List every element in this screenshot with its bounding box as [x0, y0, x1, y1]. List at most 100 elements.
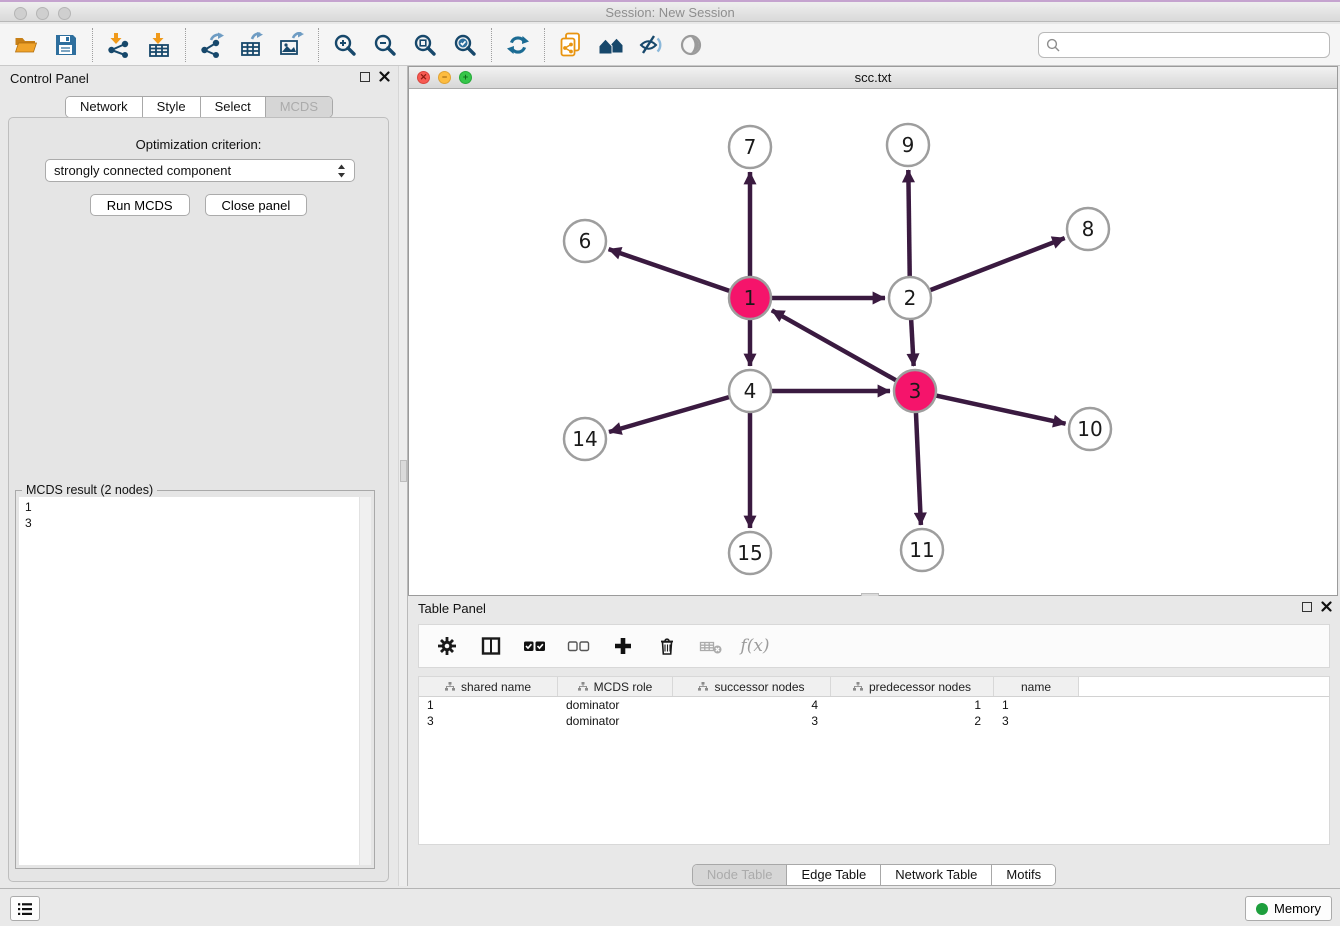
split-divider-handle[interactable]: [400, 460, 407, 482]
column-label: MCDS role: [594, 680, 653, 694]
cell-predecessor-nodes[interactable]: 2: [831, 713, 994, 729]
graph-edge-1-6[interactable]: [609, 249, 731, 291]
column-settings-button[interactable]: [435, 634, 459, 658]
graph-edge-2-8[interactable]: [930, 238, 1065, 290]
cell-mcds-role[interactable]: dominator: [558, 697, 673, 713]
open-folder-icon: [13, 32, 39, 58]
search-box[interactable]: [1038, 32, 1330, 58]
gear-icon: [436, 635, 458, 657]
function-builder-button[interactable]: f(x): [743, 634, 767, 658]
open-session-button[interactable]: [6, 26, 46, 64]
cell-shared-name[interactable]: 3: [419, 713, 558, 729]
run-mcds-button[interactable]: Run MCDS: [90, 194, 190, 216]
column-header-shared-name[interactable]: shared name: [419, 677, 558, 696]
delete-table-button[interactable]: [699, 634, 723, 658]
tab-node-table[interactable]: Node Table: [693, 865, 788, 885]
memory-button[interactable]: Memory: [1245, 896, 1332, 921]
export-image-button[interactable]: [272, 26, 312, 64]
cell-successor-nodes[interactable]: 4: [673, 697, 831, 713]
save-session-button[interactable]: [46, 26, 86, 64]
mcds-result-item[interactable]: 3: [25, 515, 371, 531]
tab-style[interactable]: Style: [143, 97, 201, 117]
optimization-criterion-select[interactable]: strongly connected component: [45, 159, 355, 182]
tab-edge-table[interactable]: Edge Table: [787, 865, 881, 885]
node-table[interactable]: shared name MCDS role successor nodes: [418, 676, 1330, 845]
cell-predecessor-nodes[interactable]: 1: [831, 697, 994, 713]
checked-boxes-icon: [523, 635, 547, 657]
export-network-button[interactable]: [192, 26, 232, 64]
tab-motifs[interactable]: Motifs: [992, 865, 1055, 885]
close-panel-icon[interactable]: [1321, 601, 1332, 612]
hierarchy-icon: [853, 682, 863, 691]
show-all-button[interactable]: [671, 26, 711, 64]
cell-name[interactable]: 3: [994, 713, 1079, 729]
column-header-predecessor-nodes[interactable]: predecessor nodes: [831, 677, 994, 696]
network-graph[interactable]: 1234678910111415: [409, 89, 1337, 595]
task-history-button[interactable]: [10, 896, 40, 921]
graph-edge-3-11[interactable]: [916, 412, 921, 525]
tab-mcds[interactable]: MCDS: [266, 97, 332, 117]
result-scrollbar[interactable]: [359, 497, 371, 865]
column-header-name[interactable]: name: [994, 677, 1079, 696]
split-divider[interactable]: [398, 66, 408, 886]
list-icon: [16, 900, 34, 918]
houses-icon: [597, 32, 625, 58]
column-header-mcds-role[interactable]: MCDS role: [558, 677, 673, 696]
graph-node-label-15: 15: [737, 541, 762, 565]
table-row[interactable]: 1 dominator 4 1 1: [419, 697, 1329, 713]
column-label: shared name: [461, 680, 531, 694]
columns-icon: [480, 635, 502, 657]
tab-select[interactable]: Select: [201, 97, 266, 117]
zoom-selected-button[interactable]: [445, 26, 485, 64]
graph-edge-3-10[interactable]: [936, 395, 1066, 423]
import-table-button[interactable]: [139, 26, 179, 64]
tab-network[interactable]: Network: [66, 97, 143, 117]
network-window-titlebar[interactable]: ✕ − + scc.txt: [409, 67, 1337, 89]
split-view-button[interactable]: [479, 634, 503, 658]
fx-icon: f(x): [740, 636, 769, 656]
cell-shared-name[interactable]: 1: [419, 697, 558, 713]
close-panel-icon[interactable]: [379, 71, 390, 82]
cell-name[interactable]: 1: [994, 697, 1079, 713]
zoom-in-button[interactable]: [325, 26, 365, 64]
select-all-checkboxes-button[interactable]: [523, 634, 547, 658]
zoom-selected-icon: [452, 32, 478, 58]
first-neighbors-button[interactable]: [591, 26, 631, 64]
dropdown-stepper-icon: [337, 163, 346, 179]
column-header-successor-nodes[interactable]: successor nodes: [673, 677, 831, 696]
network-canvas[interactable]: 1234678910111415: [409, 89, 1337, 595]
control-panel-tabbar: Network Style Select MCDS: [65, 96, 333, 118]
float-panel-icon[interactable]: [360, 72, 370, 82]
graph-node-label-10: 10: [1077, 417, 1102, 441]
close-panel-button[interactable]: Close panel: [205, 194, 308, 216]
hide-selected-button[interactable]: [631, 26, 671, 64]
mcds-result-list[interactable]: 1 3: [19, 497, 371, 865]
mcds-result-item[interactable]: 1: [25, 499, 371, 515]
import-network-button[interactable]: [99, 26, 139, 64]
cell-mcds-role[interactable]: dominator: [558, 713, 673, 729]
window-title: Session: New Session: [0, 5, 1340, 20]
mcds-panel: Optimization criterion: strongly connect…: [8, 117, 389, 882]
refresh-button[interactable]: [498, 26, 538, 64]
delete-column-button[interactable]: [655, 634, 679, 658]
graph-edge-2-9[interactable]: [908, 170, 909, 277]
zoom-fit-button[interactable]: [405, 26, 445, 64]
unchecked-boxes-icon: [567, 635, 591, 657]
tab-network-table[interactable]: Network Table: [881, 865, 992, 885]
cell-successor-nodes[interactable]: 3: [673, 713, 831, 729]
graph-edge-2-3[interactable]: [911, 319, 914, 366]
export-table-button[interactable]: [232, 26, 272, 64]
search-input[interactable]: [1065, 38, 1322, 53]
graph-edge-3-1[interactable]: [772, 310, 897, 380]
add-column-button[interactable]: [611, 634, 635, 658]
zoom-out-button[interactable]: [365, 26, 405, 64]
float-panel-icon[interactable]: [1302, 602, 1312, 612]
save-floppy-icon: [53, 32, 79, 58]
graph-node-label-9: 9: [902, 133, 915, 157]
graph-edge-4-14[interactable]: [609, 397, 730, 432]
control-panel: Control Panel Network Style Select MCDS …: [0, 66, 398, 886]
new-network-from-selection-button[interactable]: [551, 26, 591, 64]
deselect-all-checkboxes-button[interactable]: [567, 634, 591, 658]
table-row[interactable]: 3 dominator 3 2 3: [419, 713, 1329, 729]
control-panel-title: Control Panel: [10, 71, 89, 86]
